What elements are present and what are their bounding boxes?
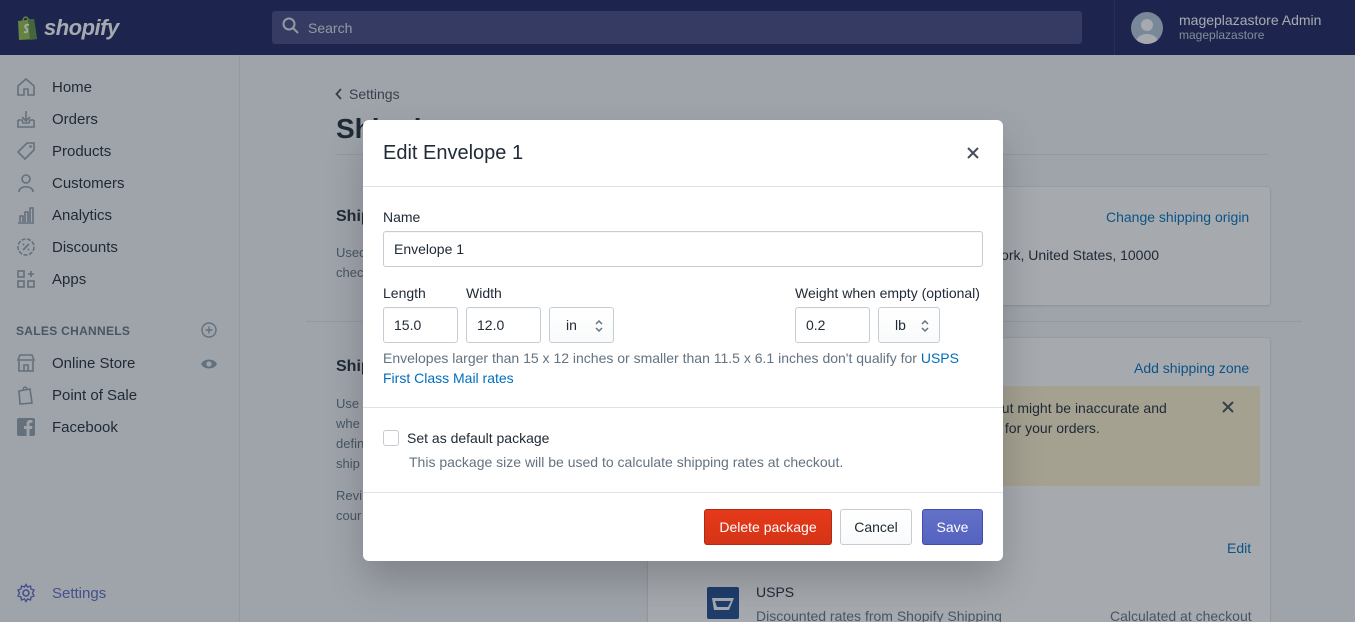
default-package-help: This package size will be used to calcul… xyxy=(409,454,844,470)
select-caret-icon xyxy=(921,319,929,336)
weight-label: Weight when empty (optional) xyxy=(795,285,980,301)
name-label: Name xyxy=(383,209,421,225)
modal-divider xyxy=(363,407,1003,408)
modal-header: Edit Envelope 1 xyxy=(363,120,1003,187)
close-icon[interactable] xyxy=(963,143,983,163)
default-package-checkbox[interactable] xyxy=(383,430,399,446)
length-input[interactable]: 15.0 xyxy=(383,307,458,343)
edit-package-modal: Edit Envelope 1 Name Envelope 1 Length 1… xyxy=(363,120,1003,561)
name-input[interactable]: Envelope 1 xyxy=(383,231,983,267)
select-caret-icon xyxy=(595,319,603,336)
save-button[interactable]: Save xyxy=(922,509,983,545)
modal-title: Edit Envelope 1 xyxy=(383,142,524,164)
weight-input[interactable]: 0.2 xyxy=(795,307,870,343)
length-label: Length xyxy=(383,285,426,301)
modal-divider xyxy=(363,492,1003,493)
weight-unit-select[interactable]: lb xyxy=(878,307,940,343)
width-label: Width xyxy=(466,285,502,301)
envelope-help-text: Envelopes larger than 15 x 12 inches or … xyxy=(383,348,983,388)
weight-unit-value: lb xyxy=(895,317,906,333)
dimension-unit-value: in xyxy=(566,317,577,333)
width-input[interactable]: 12.0 xyxy=(466,307,541,343)
default-package-label: Set as default package xyxy=(407,430,550,446)
cancel-button[interactable]: Cancel xyxy=(840,509,912,545)
delete-package-button[interactable]: Delete package xyxy=(704,509,832,545)
help-text: Envelopes larger than 15 x 12 inches or … xyxy=(383,350,921,366)
dimension-unit-select[interactable]: in xyxy=(549,307,614,343)
